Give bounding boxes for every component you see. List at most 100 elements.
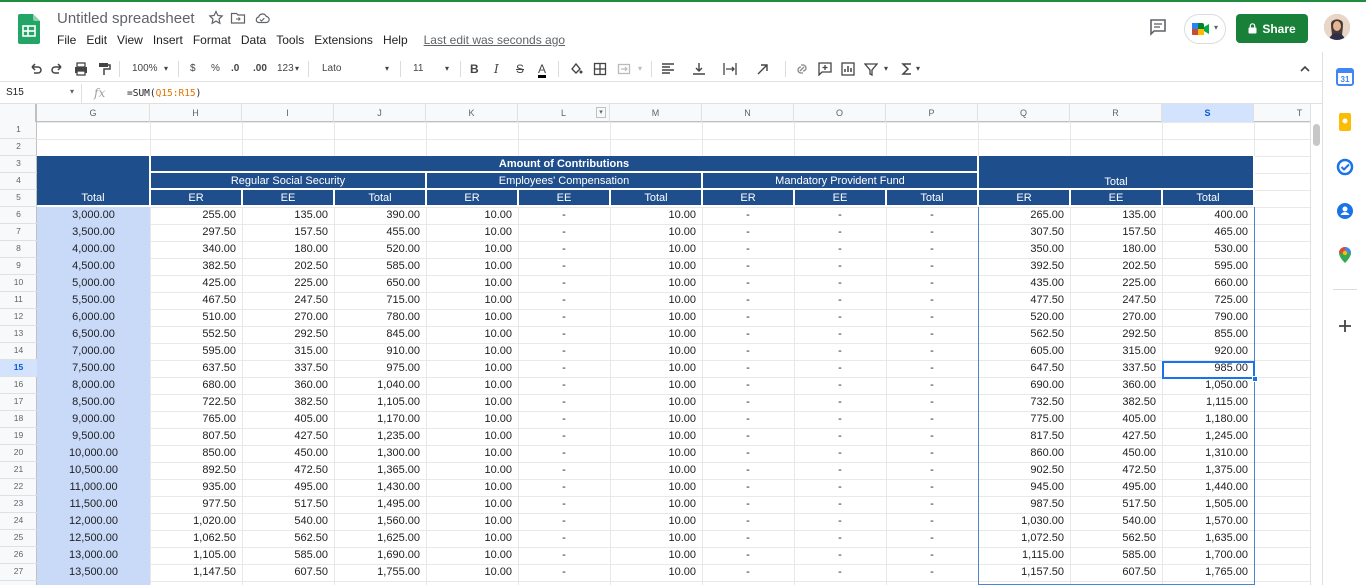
- sheet-grid[interactable]: Amount of Contributions Total Regular So…: [37, 122, 1310, 585]
- table-cell[interactable]: -: [518, 326, 610, 343]
- vertical-scrollbar[interactable]: [1310, 104, 1322, 585]
- table-cell[interactable]: 987.50: [978, 496, 1070, 513]
- row-header-20[interactable]: 20: [0, 445, 37, 462]
- table-cell[interactable]: 4,000.00: [37, 241, 150, 258]
- table-cell[interactable]: -: [886, 241, 978, 258]
- table-cell[interactable]: 292.50: [242, 326, 334, 343]
- table-cell[interactable]: 977.50: [150, 496, 242, 513]
- row-header-14[interactable]: 14: [0, 343, 37, 360]
- table-cell[interactable]: 690.00: [978, 377, 1070, 394]
- table-cell[interactable]: 520.00: [334, 241, 426, 258]
- table-cell[interactable]: -: [794, 496, 886, 513]
- row-header-18[interactable]: 18: [0, 411, 37, 428]
- move-folder-icon[interactable]: [230, 10, 246, 26]
- table-cell[interactable]: 247.50: [1070, 292, 1162, 309]
- row-header-9[interactable]: 9: [0, 258, 37, 275]
- collapse-menu-icon[interactable]: [1299, 62, 1311, 76]
- table-cell[interactable]: 10.00: [426, 462, 518, 479]
- table-cell[interactable]: 1,430.00: [334, 479, 426, 496]
- merge-dropdown-icon[interactable]: ▾: [638, 62, 642, 76]
- table-cell[interactable]: 725.00: [1162, 292, 1254, 309]
- table-cell[interactable]: 1,560.00: [334, 513, 426, 530]
- table-cell[interactable]: 10.00: [426, 377, 518, 394]
- table-cell[interactable]: 10.00: [610, 241, 702, 258]
- table-cell[interactable]: -: [794, 445, 886, 462]
- table-cell[interactable]: 530.00: [1162, 241, 1254, 258]
- table-cell[interactable]: -: [886, 547, 978, 564]
- table-cell[interactable]: -: [794, 462, 886, 479]
- table-cell[interactable]: -: [702, 496, 794, 513]
- insert-chart-icon[interactable]: [841, 62, 855, 76]
- table-cell[interactable]: -: [702, 275, 794, 292]
- table-cell[interactable]: -: [518, 275, 610, 292]
- meet-button[interactable]: ▾: [1184, 14, 1226, 44]
- table-cell[interactable]: 607.50: [242, 564, 334, 581]
- table-cell[interactable]: 10.00: [610, 343, 702, 360]
- table-cell[interactable]: 1,147.50: [150, 564, 242, 581]
- table-cell[interactable]: -: [794, 547, 886, 564]
- font-size-select[interactable]: 11: [413, 62, 423, 76]
- table-cell[interactable]: 605.00: [978, 343, 1070, 360]
- table-cell[interactable]: 10.00: [610, 394, 702, 411]
- functions-dropdown-icon[interactable]: ▾: [916, 62, 920, 76]
- table-cell[interactable]: 1,105.00: [150, 547, 242, 564]
- table-cell[interactable]: 1,105.00: [334, 394, 426, 411]
- table-cell[interactable]: 5,000.00: [37, 275, 150, 292]
- column-header-g[interactable]: G: [37, 104, 150, 122]
- table-cell[interactable]: 495.00: [1070, 479, 1162, 496]
- table-cell[interactable]: -: [518, 258, 610, 275]
- table-cell[interactable]: 562.50: [242, 530, 334, 547]
- table-cell[interactable]: -: [518, 547, 610, 564]
- table-cell[interactable]: -: [702, 547, 794, 564]
- table-cell[interactable]: 1,495.00: [334, 496, 426, 513]
- table-cell[interactable]: 350.00: [978, 241, 1070, 258]
- table-cell[interactable]: -: [702, 343, 794, 360]
- table-cell[interactable]: 265.00: [978, 207, 1070, 224]
- table-cell[interactable]: 975.00: [334, 360, 426, 377]
- table-cell[interactable]: -: [702, 292, 794, 309]
- table-cell[interactable]: 10.00: [426, 394, 518, 411]
- table-cell[interactable]: -: [794, 530, 886, 547]
- table-cell[interactable]: -: [886, 224, 978, 241]
- fill-color-icon[interactable]: [569, 62, 583, 76]
- table-cell[interactable]: -: [518, 309, 610, 326]
- table-cell[interactable]: 1,170.00: [334, 411, 426, 428]
- table-cell[interactable]: 10.00: [610, 462, 702, 479]
- vertical-align-icon[interactable]: [692, 62, 706, 76]
- column-header-n[interactable]: N: [702, 104, 794, 122]
- table-cell[interactable]: 450.00: [242, 445, 334, 462]
- table-cell[interactable]: 427.50: [1070, 428, 1162, 445]
- table-cell[interactable]: -: [702, 241, 794, 258]
- table-cell[interactable]: 10.00: [610, 326, 702, 343]
- row-header-8[interactable]: 8: [0, 241, 37, 258]
- table-cell[interactable]: 585.00: [334, 258, 426, 275]
- table-cell[interactable]: 10.00: [426, 479, 518, 496]
- table-cell[interactable]: 270.00: [242, 309, 334, 326]
- menu-extensions[interactable]: Extensions: [314, 33, 373, 51]
- table-cell[interactable]: -: [702, 479, 794, 496]
- table-cell[interactable]: 1,505.00: [1162, 496, 1254, 513]
- table-cell[interactable]: 6,000.00: [37, 309, 150, 326]
- table-cell[interactable]: 427.50: [242, 428, 334, 445]
- filter-icon[interactable]: [864, 62, 878, 76]
- table-cell[interactable]: 10.00: [610, 479, 702, 496]
- table-cell[interactable]: -: [886, 462, 978, 479]
- table-cell[interactable]: -: [794, 360, 886, 377]
- table-cell[interactable]: 10.00: [610, 360, 702, 377]
- table-cell[interactable]: -: [886, 292, 978, 309]
- table-cell[interactable]: 10.00: [610, 530, 702, 547]
- table-cell[interactable]: -: [886, 207, 978, 224]
- table-cell[interactable]: -: [886, 513, 978, 530]
- table-cell[interactable]: 315.00: [1070, 343, 1162, 360]
- table-cell[interactable]: 10.00: [610, 224, 702, 241]
- star-icon[interactable]: [208, 10, 224, 26]
- table-cell[interactable]: 10.00: [610, 309, 702, 326]
- table-cell[interactable]: 562.50: [978, 326, 1070, 343]
- table-cell[interactable]: 270.00: [1070, 309, 1162, 326]
- table-cell[interactable]: -: [702, 428, 794, 445]
- table-cell[interactable]: 10.00: [610, 445, 702, 462]
- table-cell[interactable]: -: [794, 564, 886, 581]
- table-cell[interactable]: 595.00: [1162, 258, 1254, 275]
- row-header-5[interactable]: 5: [0, 190, 37, 207]
- name-box-dropdown-icon[interactable]: ▾: [70, 87, 74, 96]
